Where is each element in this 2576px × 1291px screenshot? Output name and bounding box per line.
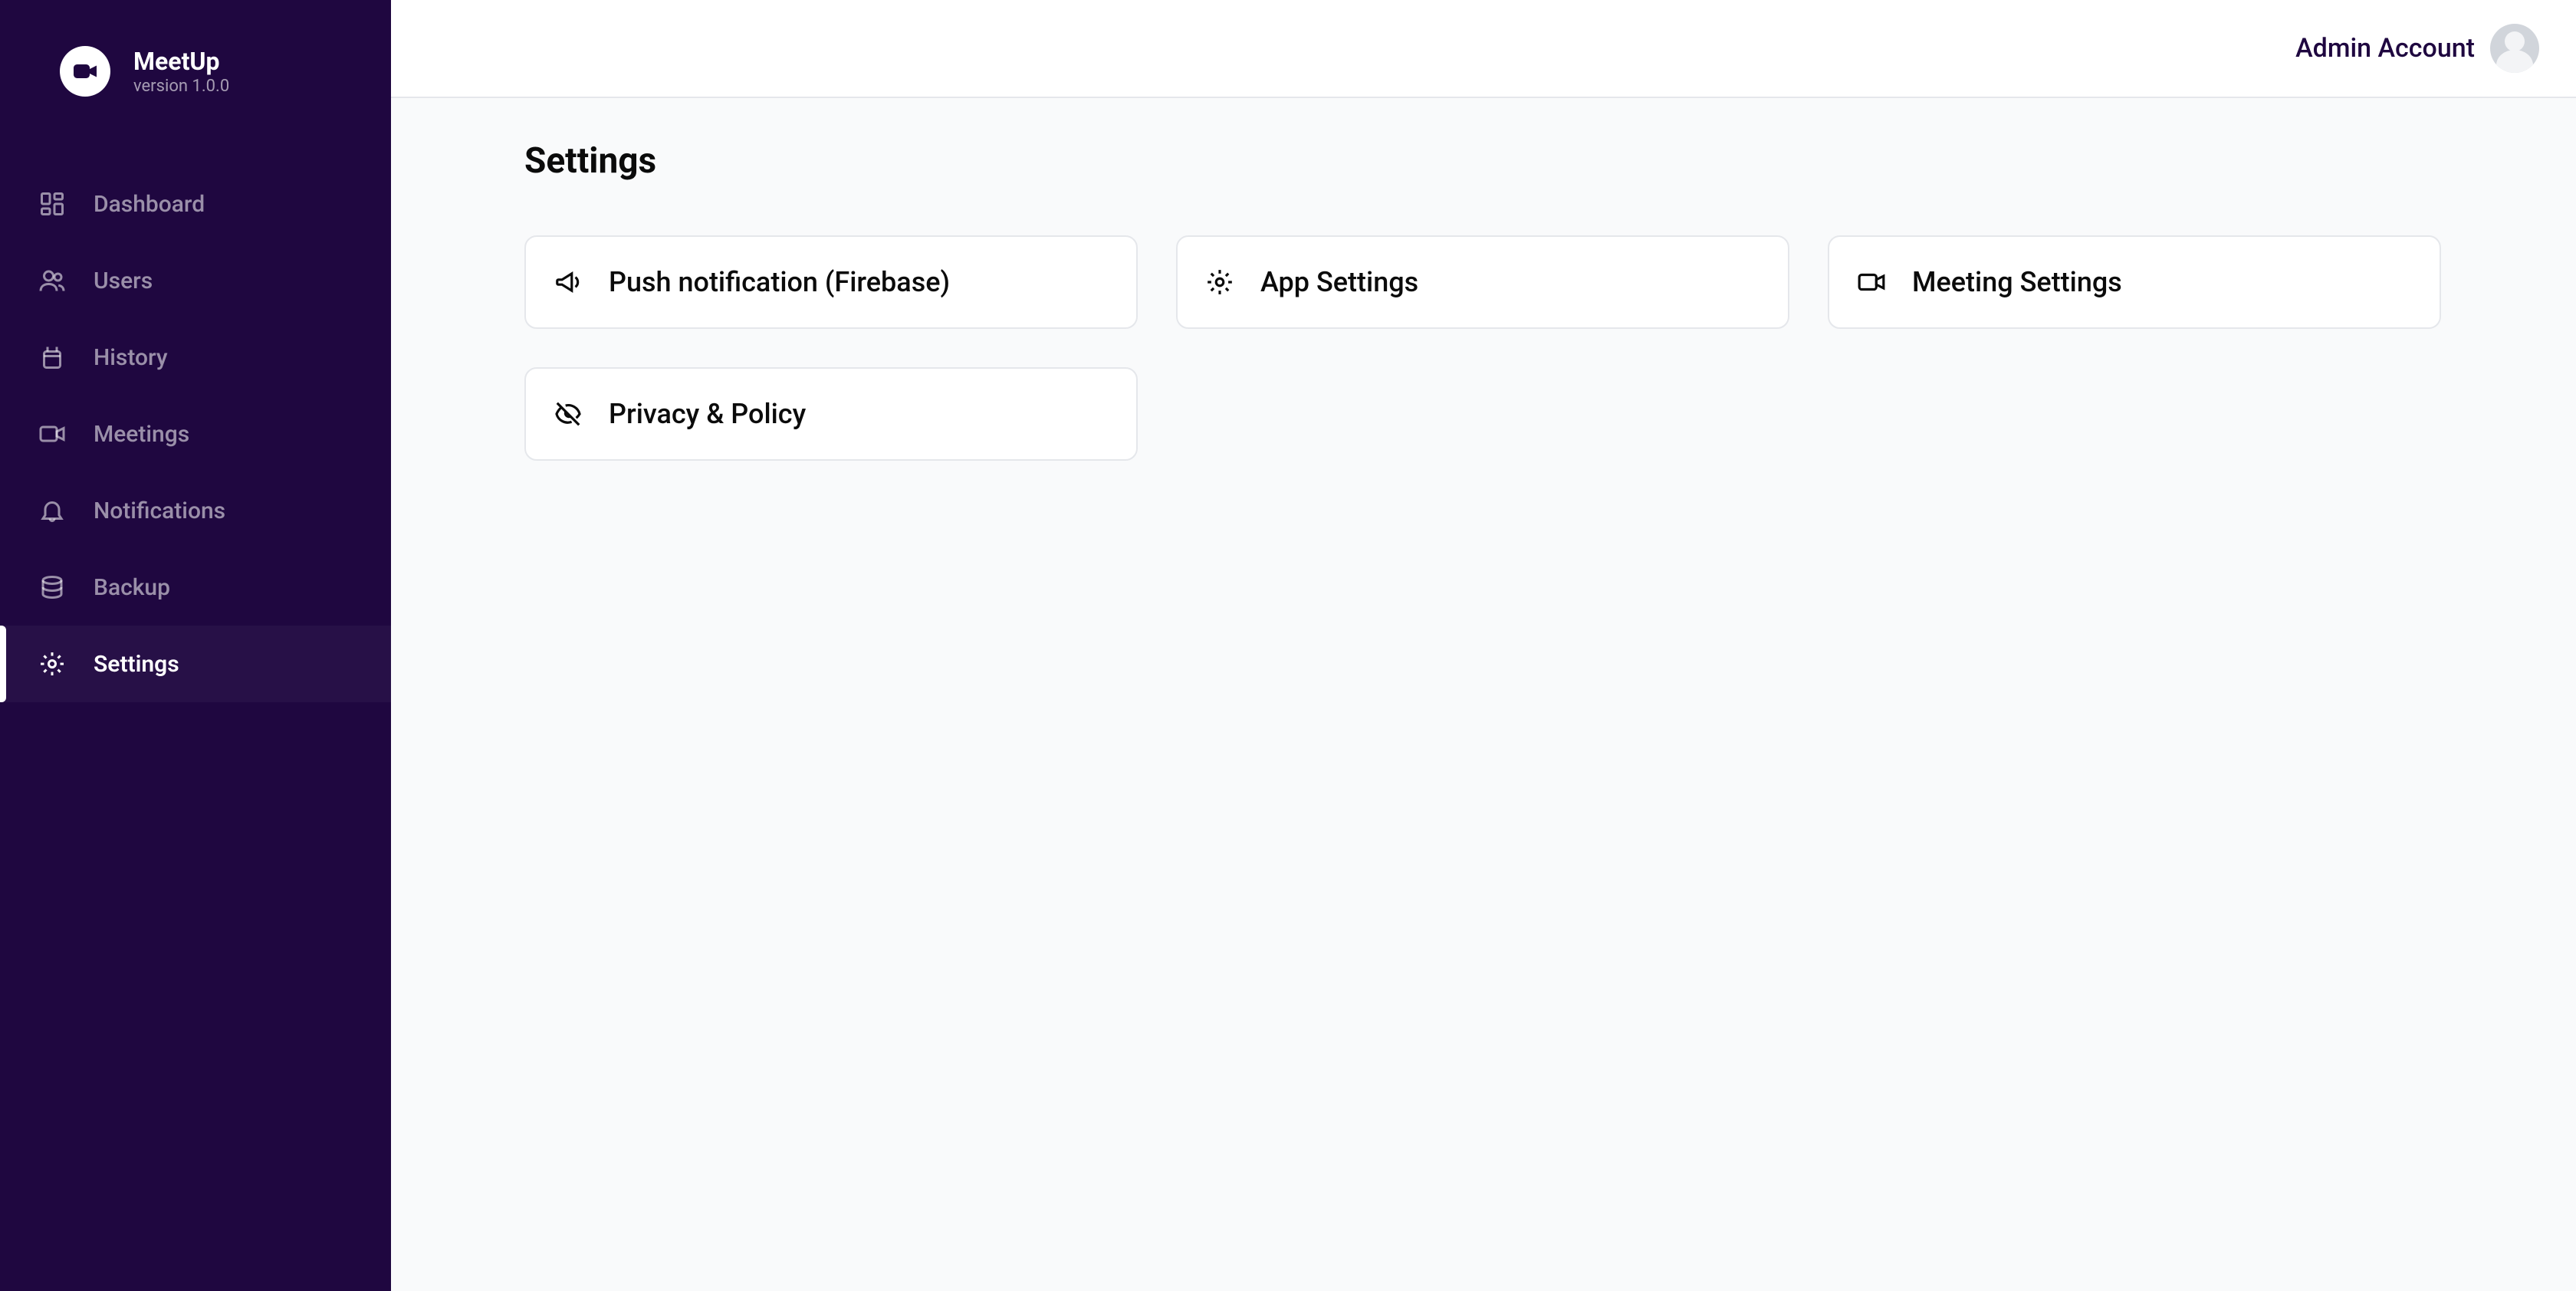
sidebar-item-label: Settings <box>94 651 179 678</box>
account-name[interactable]: Admin Account <box>2295 33 2475 64</box>
sidebar-item-label: History <box>94 344 168 371</box>
sidebar-item-label: Meetings <box>94 421 189 448</box>
card-meeting-settings[interactable]: Meeting Settings <box>1828 235 2441 329</box>
gear-icon <box>1205 268 1234 297</box>
app-logo <box>60 46 110 97</box>
users-icon <box>38 267 66 294</box>
dashboard-icon <box>38 190 66 218</box>
card-push-notification[interactable]: Push notification (Firebase) <box>524 235 1138 329</box>
topbar: Admin Account <box>391 0 2576 98</box>
sidebar-item-label: Dashboard <box>94 191 205 218</box>
video-icon <box>1857 268 1886 297</box>
bell-icon <box>38 497 66 524</box>
app-version: version 1.0.0 <box>133 77 229 96</box>
sidebar-item-meetings[interactable]: Meetings <box>0 396 391 472</box>
sidebar-nav: Dashboard Users History Meetings Notific <box>0 166 391 702</box>
sidebar-item-dashboard[interactable]: Dashboard <box>0 166 391 242</box>
sidebar-item-users[interactable]: Users <box>0 242 391 319</box>
card-privacy-policy[interactable]: Privacy & Policy <box>524 367 1138 461</box>
card-app-settings[interactable]: App Settings <box>1176 235 1789 329</box>
video-icon <box>71 57 99 85</box>
sidebar: MeetUp version 1.0.0 Dashboard Users His… <box>0 0 391 1291</box>
app-name: MeetUp <box>133 47 229 76</box>
card-label: App Settings <box>1260 266 1418 298</box>
sidebar-item-label: Notifications <box>94 498 225 524</box>
card-label: Meeting Settings <box>1912 266 2122 298</box>
app-title-wrap: MeetUp version 1.0.0 <box>133 47 229 95</box>
main-area: Admin Account Settings Push notification… <box>391 0 2576 1291</box>
megaphone-icon <box>554 268 583 297</box>
history-icon <box>38 343 66 371</box>
sidebar-item-label: Backup <box>94 574 170 601</box>
video-icon <box>38 420 66 448</box>
avatar[interactable] <box>2490 24 2539 73</box>
page-title: Settings <box>524 140 2443 182</box>
card-label: Privacy & Policy <box>609 398 806 430</box>
sidebar-item-backup[interactable]: Backup <box>0 549 391 626</box>
eye-off-icon <box>554 399 583 429</box>
sidebar-item-history[interactable]: History <box>0 319 391 396</box>
gear-icon <box>38 650 66 678</box>
content: Settings Push notification (Firebase) Ap… <box>391 98 2576 1291</box>
database-icon <box>38 573 66 601</box>
card-label: Push notification (Firebase) <box>609 266 950 298</box>
settings-cards: Push notification (Firebase) App Setting… <box>524 235 2443 461</box>
sidebar-item-notifications[interactable]: Notifications <box>0 472 391 549</box>
sidebar-item-settings[interactable]: Settings <box>0 626 391 702</box>
sidebar-item-label: Users <box>94 268 153 294</box>
sidebar-header: MeetUp version 1.0.0 <box>0 0 391 127</box>
